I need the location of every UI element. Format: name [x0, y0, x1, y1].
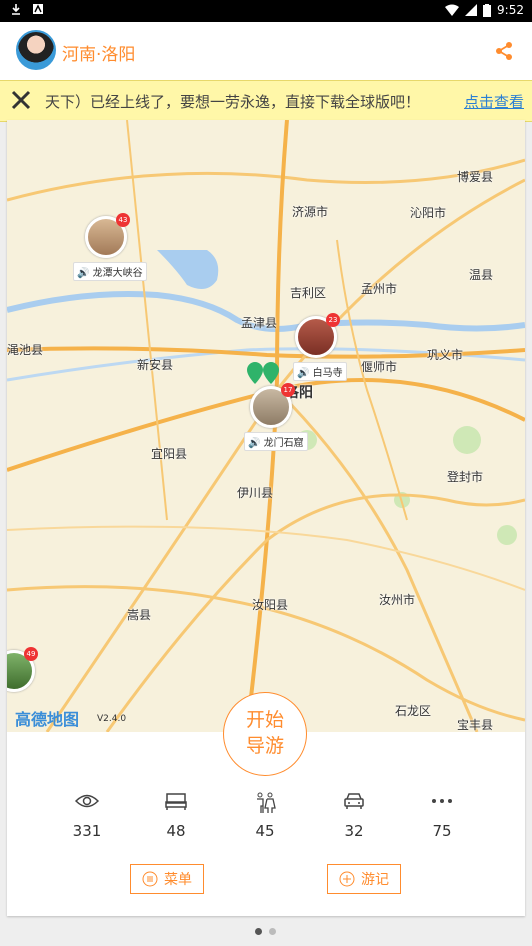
- poi-marker[interactable]: 43 🔊 龙潭大峡谷: [73, 213, 147, 281]
- start-tour-button[interactable]: 开始 导游: [223, 692, 307, 776]
- battery-icon: [483, 3, 492, 17]
- stat-more[interactable]: 75: [412, 792, 472, 840]
- map-place: 孟州市: [361, 282, 398, 296]
- poi-marker[interactable]: 23 🔊 白马寺: [293, 313, 347, 381]
- page-indicator: [255, 928, 276, 935]
- list-icon: [142, 871, 158, 887]
- map-place: 孟津县: [241, 316, 278, 330]
- stat-parking[interactable]: 32: [324, 792, 384, 840]
- page-dot[interactable]: [269, 928, 276, 935]
- poi-count-badge: 43: [116, 213, 130, 227]
- start-tour-line1: 开始: [245, 709, 284, 731]
- poi-label: 🔊 龙门石窟: [244, 432, 308, 451]
- poi-marker[interactable]: 17 🔊 龙门石窟: [244, 383, 308, 451]
- avatar[interactable]: [16, 30, 56, 70]
- car-icon: [344, 793, 364, 809]
- add-icon: [339, 871, 355, 887]
- close-icon[interactable]: [10, 89, 32, 111]
- start-tour-line2: 导游: [245, 735, 284, 757]
- stat-value: 75: [432, 822, 452, 840]
- wifi-icon: [445, 4, 460, 16]
- travelogue-button-label: 游记: [361, 872, 389, 888]
- map-place: 吉利区: [290, 286, 327, 300]
- content-card: 博爱县 济源市 沁阳市 温县 吉利区 孟州市 孟津县 渑池县 新安县 偃师市 巩…: [7, 120, 525, 916]
- notification-icon: [33, 4, 43, 14]
- map-place: 宝丰县: [457, 718, 494, 732]
- stat-value: 331: [72, 822, 102, 840]
- map-place: 巩义市: [427, 348, 464, 362]
- stats-row: 331 48 45 32 75: [7, 792, 525, 852]
- map-place: 温县: [469, 268, 494, 282]
- map-place: 沁阳市: [410, 206, 447, 220]
- map-place: 新安县: [137, 358, 174, 372]
- poi-count-badge: 49: [24, 647, 38, 661]
- map-place: 汝州市: [379, 593, 416, 607]
- stat-value: 45: [255, 822, 275, 840]
- signal-icon: [465, 4, 478, 16]
- map-place: 宜阳县: [151, 447, 188, 461]
- map-place: 嵩县: [127, 608, 152, 622]
- stat-restrooms[interactable]: 45: [235, 792, 295, 840]
- eye-icon: [75, 794, 99, 808]
- stat-views[interactable]: 331: [57, 792, 117, 840]
- stat-value: 48: [166, 822, 186, 840]
- page-dot-active[interactable]: [255, 928, 262, 935]
- status-time: 9:52: [497, 3, 524, 17]
- banner-message: 天下）已经上线了，要想一劳永逸，直接下载全球版吧！: [45, 93, 421, 111]
- map-place: 济源市: [292, 205, 329, 219]
- page-title: 河南·洛阳: [62, 45, 136, 65]
- map-place: 偃师市: [361, 360, 398, 374]
- map-place: 伊川县: [237, 486, 274, 500]
- download-banner: 天下）已经上线了，要想一劳永逸，直接下载全球版吧！ 点击查看: [0, 80, 532, 122]
- poi-count-badge: 23: [326, 313, 340, 327]
- menu-button[interactable]: 菜单: [130, 864, 204, 894]
- status-bar: 9:52: [0, 0, 532, 22]
- map-place: 渑池县: [7, 343, 44, 357]
- banner-view-link[interactable]: 点击查看: [455, 91, 532, 112]
- travelogue-button[interactable]: 游记: [327, 864, 401, 894]
- bed-icon: [165, 793, 187, 810]
- more-icon: [432, 799, 452, 803]
- poi-marker[interactable]: 49: [7, 647, 38, 692]
- map-view[interactable]: 博爱县 济源市 沁阳市 温县 吉利区 孟州市 孟津县 渑池县 新安县 偃师市 巩…: [7, 120, 525, 732]
- share-icon[interactable]: [494, 41, 514, 61]
- map-place: 博爱县: [457, 170, 494, 184]
- menu-button-label: 菜单: [164, 872, 192, 888]
- app-header: 河南·洛阳: [0, 22, 532, 80]
- poi-label: 🔊 龙潭大峡谷: [73, 262, 147, 281]
- map-place: 登封市: [447, 470, 484, 484]
- download-icon: [12, 4, 20, 15]
- amap-logo: 高德地图: [15, 710, 80, 729]
- map-place: 汝阳县: [252, 598, 289, 612]
- poi-count-badge: 17: [281, 383, 295, 397]
- map-place: 石龙区: [395, 704, 432, 718]
- stat-lodging[interactable]: 48: [146, 792, 206, 840]
- stat-value: 32: [344, 822, 364, 840]
- poi-label: 🔊 白马寺: [293, 362, 347, 381]
- restroom-icon: [257, 792, 276, 813]
- map-version: V2.4.0: [97, 714, 127, 724]
